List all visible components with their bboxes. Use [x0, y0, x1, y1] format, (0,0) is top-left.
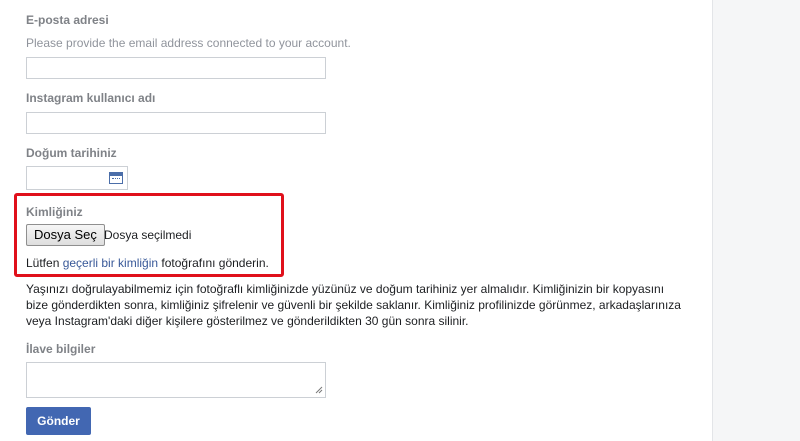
- file-status-text: Dosya seçilmedi: [104, 228, 192, 242]
- instagram-username-field[interactable]: [26, 112, 326, 134]
- email-label: E-posta adresi: [26, 13, 109, 27]
- identity-label: Kimliğiniz: [26, 205, 83, 219]
- upload-instruction-prefix: Lütfen: [26, 256, 63, 270]
- valid-id-link[interactable]: geçerli bir kimliğin: [63, 256, 158, 270]
- additional-info-label: İlave bilgiler: [26, 342, 96, 356]
- upload-instruction: Lütfen geçerli bir kimliğin fotoğrafını …: [26, 256, 269, 270]
- choose-file-button[interactable]: Dosya Seç: [26, 224, 105, 246]
- upload-instruction-suffix: fotoğrafını gönderin.: [158, 256, 269, 270]
- submit-button[interactable]: Gönder: [26, 407, 91, 435]
- report-form-page: E-posta adresi Please provide the email …: [0, 0, 800, 441]
- birthdate-field[interactable]: [26, 166, 128, 190]
- birthdate-label: Doğum tarihiniz: [26, 146, 117, 160]
- identity-privacy-description: Yaşınızı doğrulayabilmemiz için fotoğraf…: [26, 282, 681, 328]
- calendar-icon[interactable]: [109, 172, 123, 184]
- email-field[interactable]: [26, 57, 326, 79]
- additional-info-textarea[interactable]: [26, 362, 326, 398]
- instagram-username-label: Instagram kullanıcı adı: [26, 91, 156, 105]
- email-help-text: Please provide the email address connect…: [26, 36, 351, 50]
- right-sidebar-panel: [712, 0, 800, 441]
